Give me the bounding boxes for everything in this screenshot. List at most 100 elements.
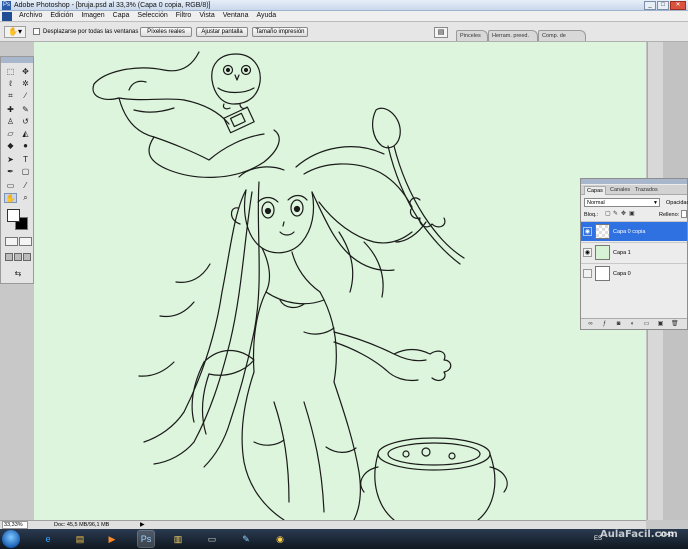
maximize-button[interactable]: □ (657, 1, 669, 10)
palette-dock-icon[interactable]: ▤ (434, 27, 448, 38)
layers-panel-footer: ∞ ƒ ◙ ◐ ▭ ▣ 🗑 (581, 318, 687, 329)
new-group-icon[interactable]: ▭ (643, 321, 650, 328)
blur-tool-icon[interactable]: ◆ (4, 141, 17, 151)
document-icon[interactable] (2, 11, 12, 21)
layer-mask-icon[interactable]: ◙ (615, 321, 622, 328)
adjustment-layer-icon[interactable]: ◐ (629, 321, 636, 328)
dodge-tool-icon[interactable]: ● (19, 141, 32, 151)
link-layers-icon[interactable]: ∞ (587, 321, 594, 328)
dock-tab-layer-comps[interactable]: Comp. de capas (538, 30, 586, 49)
layers-panel: Capas Canales Trazados Normal ▼ Opacidad… (580, 178, 688, 330)
magic-wand-tool-icon[interactable]: ✲ (19, 79, 32, 89)
marquee-tool-icon[interactable]: ⬚ (4, 67, 17, 77)
options-bar: ✋▾ Desplazarse por todas las ventanas Pí… (0, 22, 688, 49)
lock-transparency-icon[interactable]: ▢ (605, 211, 611, 217)
jump-to-imageready-icon[interactable]: ⇆ (9, 269, 27, 279)
lock-all-icon[interactable]: ▣ (629, 211, 635, 217)
toolbox: ⬚ ✥ ℓ ✲ ⌗ ∕ ✚ ✎ ♙ ↺ ▱ ◭ ◆ ● ➤ T ✒ ▢ ▭ ⁄ … (0, 56, 34, 284)
lock-pixels-icon[interactable]: ✎ (613, 211, 619, 217)
history-brush-tool-icon[interactable]: ↺ (19, 117, 32, 127)
pen-tool-icon[interactable]: ✒ (4, 167, 17, 177)
eyedropper-tool-icon[interactable]: ⁄ (19, 181, 32, 191)
full-screen-menu-mode-button[interactable] (14, 253, 22, 261)
menu-ayuda[interactable]: Ayuda (252, 11, 280, 21)
blend-mode-select[interactable]: Normal ▼ (584, 198, 660, 207)
hand-tool-preset-picker[interactable]: ✋▾ (4, 26, 26, 38)
dock-tab-brushes[interactable]: Pinceles (456, 30, 488, 41)
layer-row[interactable]: ◉ Capa 1 (581, 242, 687, 262)
menu-bar: Archivo Edición Imagen Capa Selección Fi… (0, 11, 688, 22)
scanner-icon[interactable]: ▭ (204, 531, 220, 547)
menu-capa[interactable]: Capa (109, 11, 134, 21)
folder-icon[interactable]: ▥ (170, 531, 186, 547)
menu-seleccion[interactable]: Selección (133, 11, 171, 21)
status-menu-arrow-icon[interactable]: ▶ (140, 522, 145, 529)
actual-pixels-button[interactable]: Píxeles reales (140, 27, 192, 37)
layers-panel-header[interactable] (581, 179, 687, 184)
slice-tool-icon[interactable]: ∕ (19, 91, 32, 101)
visibility-eye-icon[interactable]: ◉ (583, 227, 592, 236)
title-bar: Ps Adobe Photoshop - [bruja.psd al 33,3%… (0, 0, 688, 11)
crop-tool-icon[interactable]: ⌗ (4, 91, 17, 101)
explorer-folder-icon[interactable]: ▤ (72, 531, 88, 547)
foreground-color-swatch[interactable] (7, 209, 20, 222)
toolbox-header[interactable] (1, 57, 33, 63)
brush-tool-icon[interactable]: ✎ (19, 105, 32, 115)
chrome-icon[interactable]: ◉ (272, 531, 288, 547)
layer-row[interactable]: ◉ Capa 0 (581, 263, 687, 283)
tab-layers[interactable]: Capas (584, 186, 606, 195)
fill-input[interactable] (681, 210, 687, 218)
new-layer-icon[interactable]: ▣ (657, 321, 664, 328)
eraser-tool-icon[interactable]: ▱ (4, 129, 17, 139)
visibility-eye-icon[interactable]: ◉ (583, 269, 592, 278)
start-button[interactable] (2, 530, 20, 548)
tab-paths[interactable]: Trazados (633, 186, 661, 195)
layer-thumbnail (595, 266, 610, 281)
clone-stamp-tool-icon[interactable]: ♙ (4, 117, 17, 127)
lasso-tool-icon[interactable]: ℓ (4, 79, 17, 89)
hand-tool-icon[interactable]: ✋ (4, 193, 17, 203)
layer-row[interactable]: ◉ Capa 0 copia (581, 221, 687, 241)
menu-imagen[interactable]: Imagen (77, 11, 108, 21)
menu-filtro[interactable]: Filtro (172, 11, 196, 21)
fill-label: Relleno: (659, 212, 680, 218)
zoom-tool-icon[interactable]: ⌕ (19, 193, 32, 203)
menu-ventana[interactable]: Ventana (219, 11, 253, 21)
move-tool-icon[interactable]: ✥ (19, 67, 32, 77)
photoshop-app-icon: Ps (2, 1, 11, 10)
minimize-button[interactable]: _ (644, 1, 656, 10)
document-canvas[interactable] (34, 42, 646, 520)
type-tool-icon[interactable]: T (19, 155, 32, 165)
dock-tab-tool-presets[interactable]: Herram. preed. (488, 30, 538, 41)
pen-app-icon[interactable]: ✎ (238, 531, 254, 547)
menu-archivo[interactable]: Archivo (15, 11, 46, 21)
media-player-icon[interactable]: ▶ (104, 531, 120, 547)
standard-screen-mode-button[interactable] (5, 253, 13, 261)
menu-vista[interactable]: Vista (195, 11, 218, 21)
standard-mode-button[interactable] (5, 237, 18, 246)
visibility-eye-icon[interactable]: ◉ (583, 248, 592, 257)
notes-tool-icon[interactable]: ▭ (4, 181, 17, 191)
close-button[interactable]: ✕ (670, 1, 686, 10)
delete-layer-icon[interactable]: 🗑 (671, 321, 679, 328)
scroll-all-windows-checkbox[interactable] (33, 28, 40, 35)
photoshop-taskbar-icon[interactable]: Ps (137, 530, 155, 548)
lock-position-icon[interactable]: ✥ (621, 211, 627, 217)
document-size-info[interactable]: Doc: 45,5 MB/96,1 MB (54, 521, 109, 529)
full-screen-mode-button[interactable] (23, 253, 31, 261)
path-selection-tool-icon[interactable]: ➤ (4, 155, 17, 165)
layer-thumbnail (595, 224, 610, 239)
internet-explorer-icon[interactable]: e (40, 531, 56, 547)
tab-channels[interactable]: Canales (608, 186, 634, 195)
healing-brush-tool-icon[interactable]: ✚ (4, 105, 17, 115)
layer-style-icon[interactable]: ƒ (601, 321, 608, 328)
chevron-down-icon: ▼ (653, 200, 658, 206)
paint-bucket-tool-icon[interactable]: ◭ (19, 129, 32, 139)
print-size-button[interactable]: Tamaño impresión (252, 27, 308, 37)
shape-tool-icon[interactable]: ▢ (19, 167, 32, 177)
zoom-level-field[interactable]: 33,33% (2, 521, 28, 529)
fit-screen-button[interactable]: Ajustar pantalla (196, 27, 248, 37)
quick-mask-mode-button[interactable] (19, 237, 32, 246)
menu-edicion[interactable]: Edición (46, 11, 77, 21)
status-bar: 33,33% Doc: 45,5 MB/96,1 MB ▶ (0, 520, 646, 529)
